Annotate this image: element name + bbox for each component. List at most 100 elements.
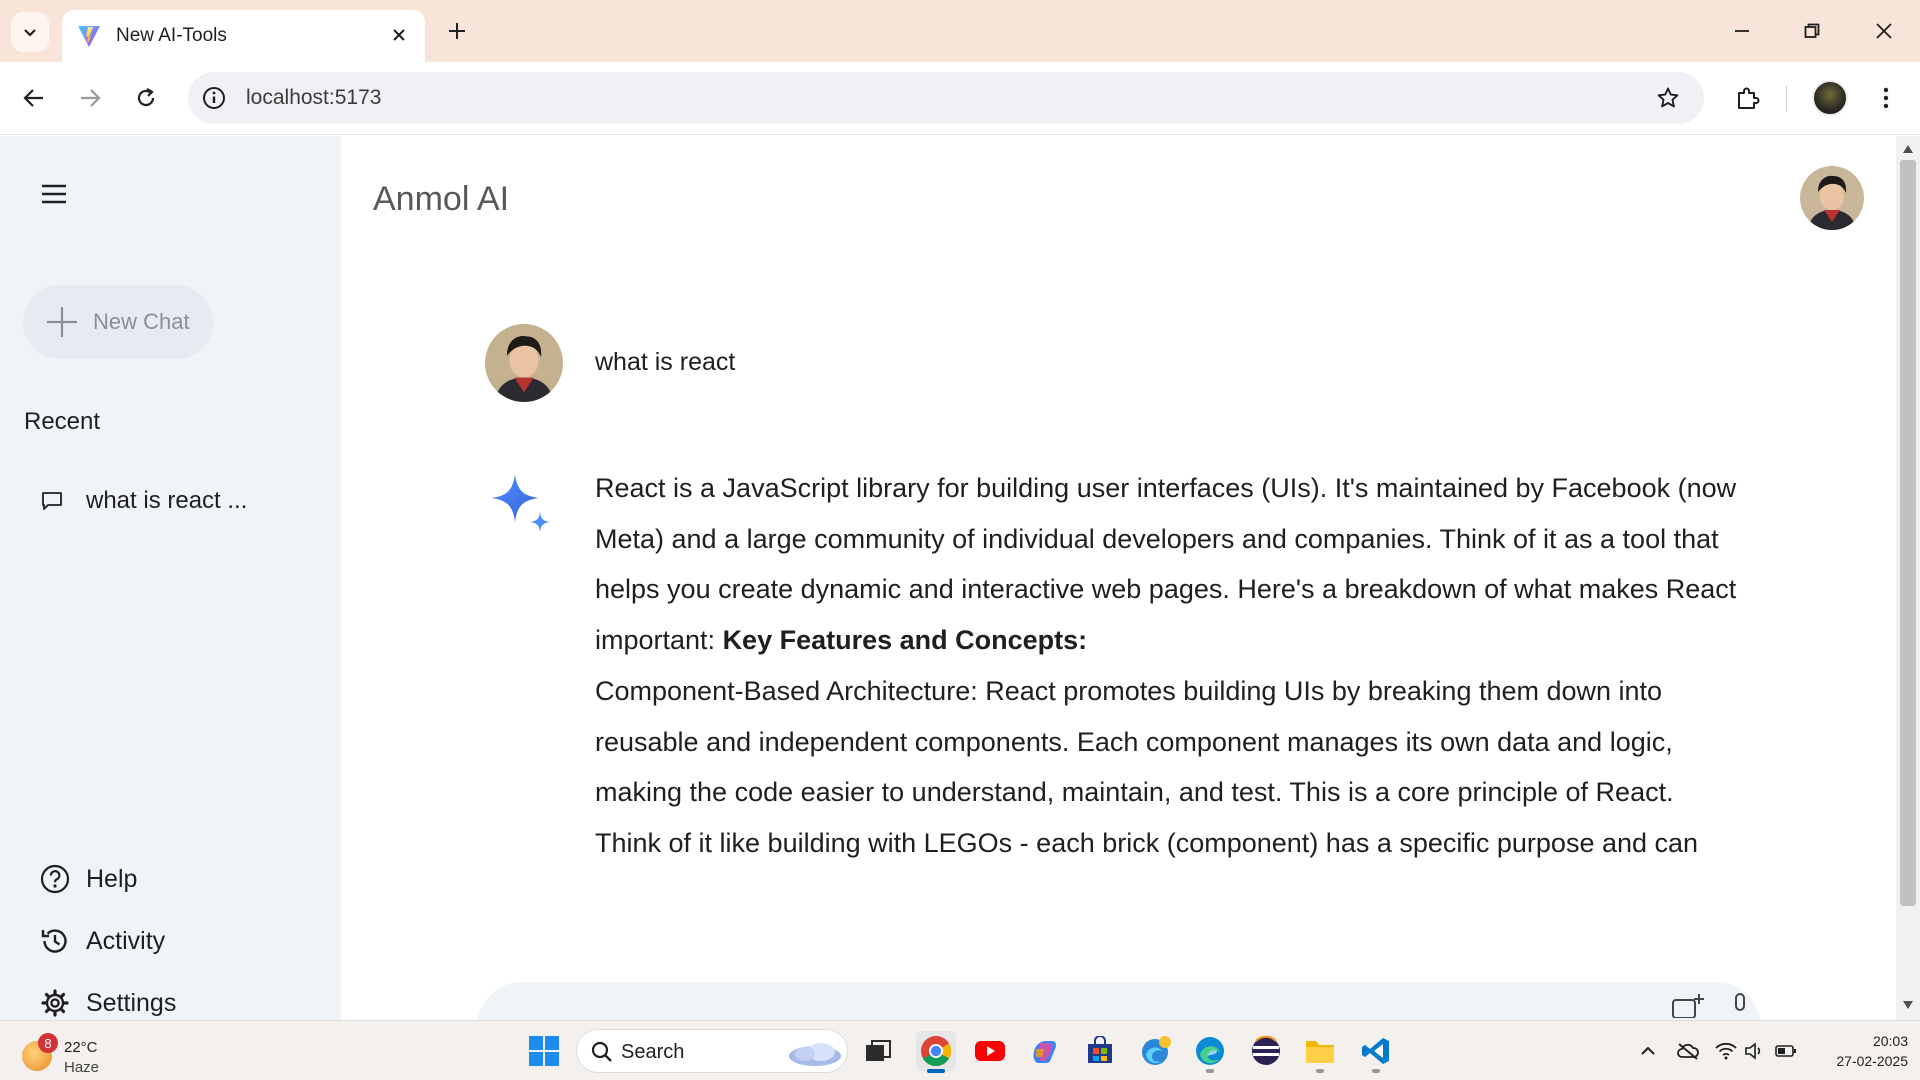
browser-tab-strip: New AI-Tools: [0, 0, 1920, 62]
taskbar-microsoft-store[interactable]: [1080, 1031, 1120, 1071]
close-window-button[interactable]: [1862, 12, 1906, 50]
vite-logo-icon: [78, 26, 100, 47]
chevron-down-icon: [24, 29, 36, 37]
taskbar-copilot[interactable]: [1024, 1031, 1064, 1071]
scrollbar-thumb[interactable]: [1900, 160, 1916, 906]
info-icon: [203, 87, 225, 109]
taskbar-search[interactable]: Search: [576, 1029, 848, 1073]
back-button[interactable]: [14, 78, 54, 118]
browser-tab[interactable]: New AI-Tools: [62, 10, 425, 62]
active-app-indicator: [927, 1069, 945, 1073]
close-icon: [393, 29, 405, 41]
tab-search-button[interactable]: [11, 12, 49, 52]
speaker-icon: [1745, 1042, 1761, 1060]
system-clock[interactable]: 20:03 27-02-2025: [1808, 1031, 1908, 1071]
chevron-up-icon: [1641, 1046, 1655, 1055]
activity-label: Activity: [86, 926, 166, 955]
menu-toggle-button[interactable]: [34, 174, 74, 214]
help-circle-icon: [40, 864, 70, 894]
network-status[interactable]: [1714, 1039, 1738, 1063]
user-portrait-icon: [485, 324, 563, 402]
address-bar[interactable]: localhost:5173: [188, 72, 1704, 124]
page-scrollbar[interactable]: [1896, 136, 1920, 1020]
star-icon: [1657, 87, 1679, 108]
search-icon: [591, 1041, 612, 1062]
arrow-right-icon: [81, 89, 101, 107]
new-chat-button[interactable]: New Chat: [23, 285, 213, 359]
plus-icon: [449, 23, 465, 39]
cloud-off-icon: [1677, 1043, 1699, 1060]
plus-icon: [47, 307, 77, 337]
more-vertical-icon: [1883, 87, 1889, 109]
minimize-button[interactable]: [1720, 12, 1764, 50]
recent-chat-label: what is react ...: [86, 487, 248, 514]
new-tab-button[interactable]: [440, 14, 474, 48]
recent-chat-item[interactable]: what is react ...: [28, 476, 308, 526]
open-app-indicator: [1316, 1069, 1324, 1073]
taskbar-chrome[interactable]: [916, 1031, 956, 1073]
volume-status[interactable]: [1742, 1039, 1766, 1063]
edge-beta-icon: [1142, 1036, 1171, 1065]
answer-heading: Key Features and Concepts:: [722, 625, 1088, 656]
taskbar-file-explorer[interactable]: [1300, 1031, 1340, 1073]
toolbar-divider: [1786, 86, 1787, 112]
chat-bubble-icon: [42, 492, 62, 510]
hamburger-menu-icon: [42, 184, 66, 204]
url-text: localhost:5173: [246, 86, 382, 109]
new-chat-label: New Chat: [93, 309, 190, 334]
reload-icon: [137, 88, 155, 107]
browser-menu-button[interactable]: [1866, 78, 1906, 118]
copilot-icon: [1033, 1041, 1056, 1063]
gear-icon: [41, 989, 69, 1017]
windows-start-icon[interactable]: [528, 1035, 560, 1067]
open-app-indicator: [1372, 1069, 1380, 1073]
user-avatar[interactable]: [1800, 166, 1864, 230]
help-button[interactable]: Help: [28, 854, 278, 904]
chrome-icon: [921, 1036, 952, 1067]
youtube-icon: [975, 1041, 1005, 1061]
scroll-up-arrow-icon[interactable]: [1902, 144, 1914, 154]
wifi-icon: [1715, 1042, 1737, 1060]
weather-widget[interactable]: 8 22°C Haze: [20, 1029, 110, 1076]
show-hidden-icons-button[interactable]: [1636, 1039, 1660, 1063]
scroll-down-arrow-icon[interactable]: [1902, 1000, 1914, 1010]
microphone-icon: [1735, 993, 1745, 1011]
restore-icon: [1804, 23, 1820, 38]
history-icon: [41, 929, 67, 953]
tab-close-button[interactable]: [387, 23, 411, 47]
puzzle-icon: [1738, 87, 1760, 109]
close-icon: [1876, 23, 1892, 39]
user-portrait-icon: [1800, 166, 1864, 230]
browser-profile-avatar[interactable]: [1812, 80, 1848, 116]
clock-date: 27-02-2025: [1836, 1053, 1908, 1069]
taskbar-edge[interactable]: [1190, 1031, 1230, 1073]
sidebar: New Chat Recent what is react ... Help A…: [0, 136, 341, 1020]
restore-button[interactable]: [1790, 12, 1834, 50]
settings-label: Settings: [86, 988, 177, 1017]
taskbar-youtube[interactable]: [970, 1031, 1010, 1071]
edge-icon: [1196, 1037, 1224, 1065]
app-title: Anmol AI: [373, 180, 510, 218]
site-info-button[interactable]: [200, 84, 228, 112]
taskbar-task-view[interactable]: [858, 1031, 898, 1071]
bookmark-button[interactable]: [1654, 84, 1682, 112]
taskbar-edge-beta[interactable]: [1136, 1031, 1176, 1071]
activity-button[interactable]: Activity: [28, 916, 278, 966]
extensions-button[interactable]: [1728, 78, 1768, 118]
taskbar-eclipse[interactable]: [1246, 1031, 1286, 1071]
tab-title: New AI-Tools: [116, 25, 227, 46]
forward-button[interactable]: [70, 78, 110, 118]
windows-taskbar: 8 22°C Haze Search 20:03 27-02-2025: [0, 1020, 1920, 1080]
weather-temperature: 22°C: [64, 1039, 98, 1056]
minimize-icon: [1735, 30, 1749, 32]
battery-icon: [1775, 1045, 1796, 1057]
add-image-icon: [1672, 994, 1704, 1018]
onedrive-status[interactable]: [1676, 1039, 1700, 1063]
reload-button[interactable]: [126, 78, 166, 118]
eclipse-icon: [1252, 1035, 1280, 1065]
open-app-indicator: [1206, 1069, 1214, 1073]
vscode-icon: [1362, 1038, 1389, 1064]
taskbar-vscode[interactable]: [1356, 1031, 1396, 1073]
battery-status[interactable]: [1774, 1039, 1798, 1063]
store-icon: [1088, 1036, 1112, 1063]
